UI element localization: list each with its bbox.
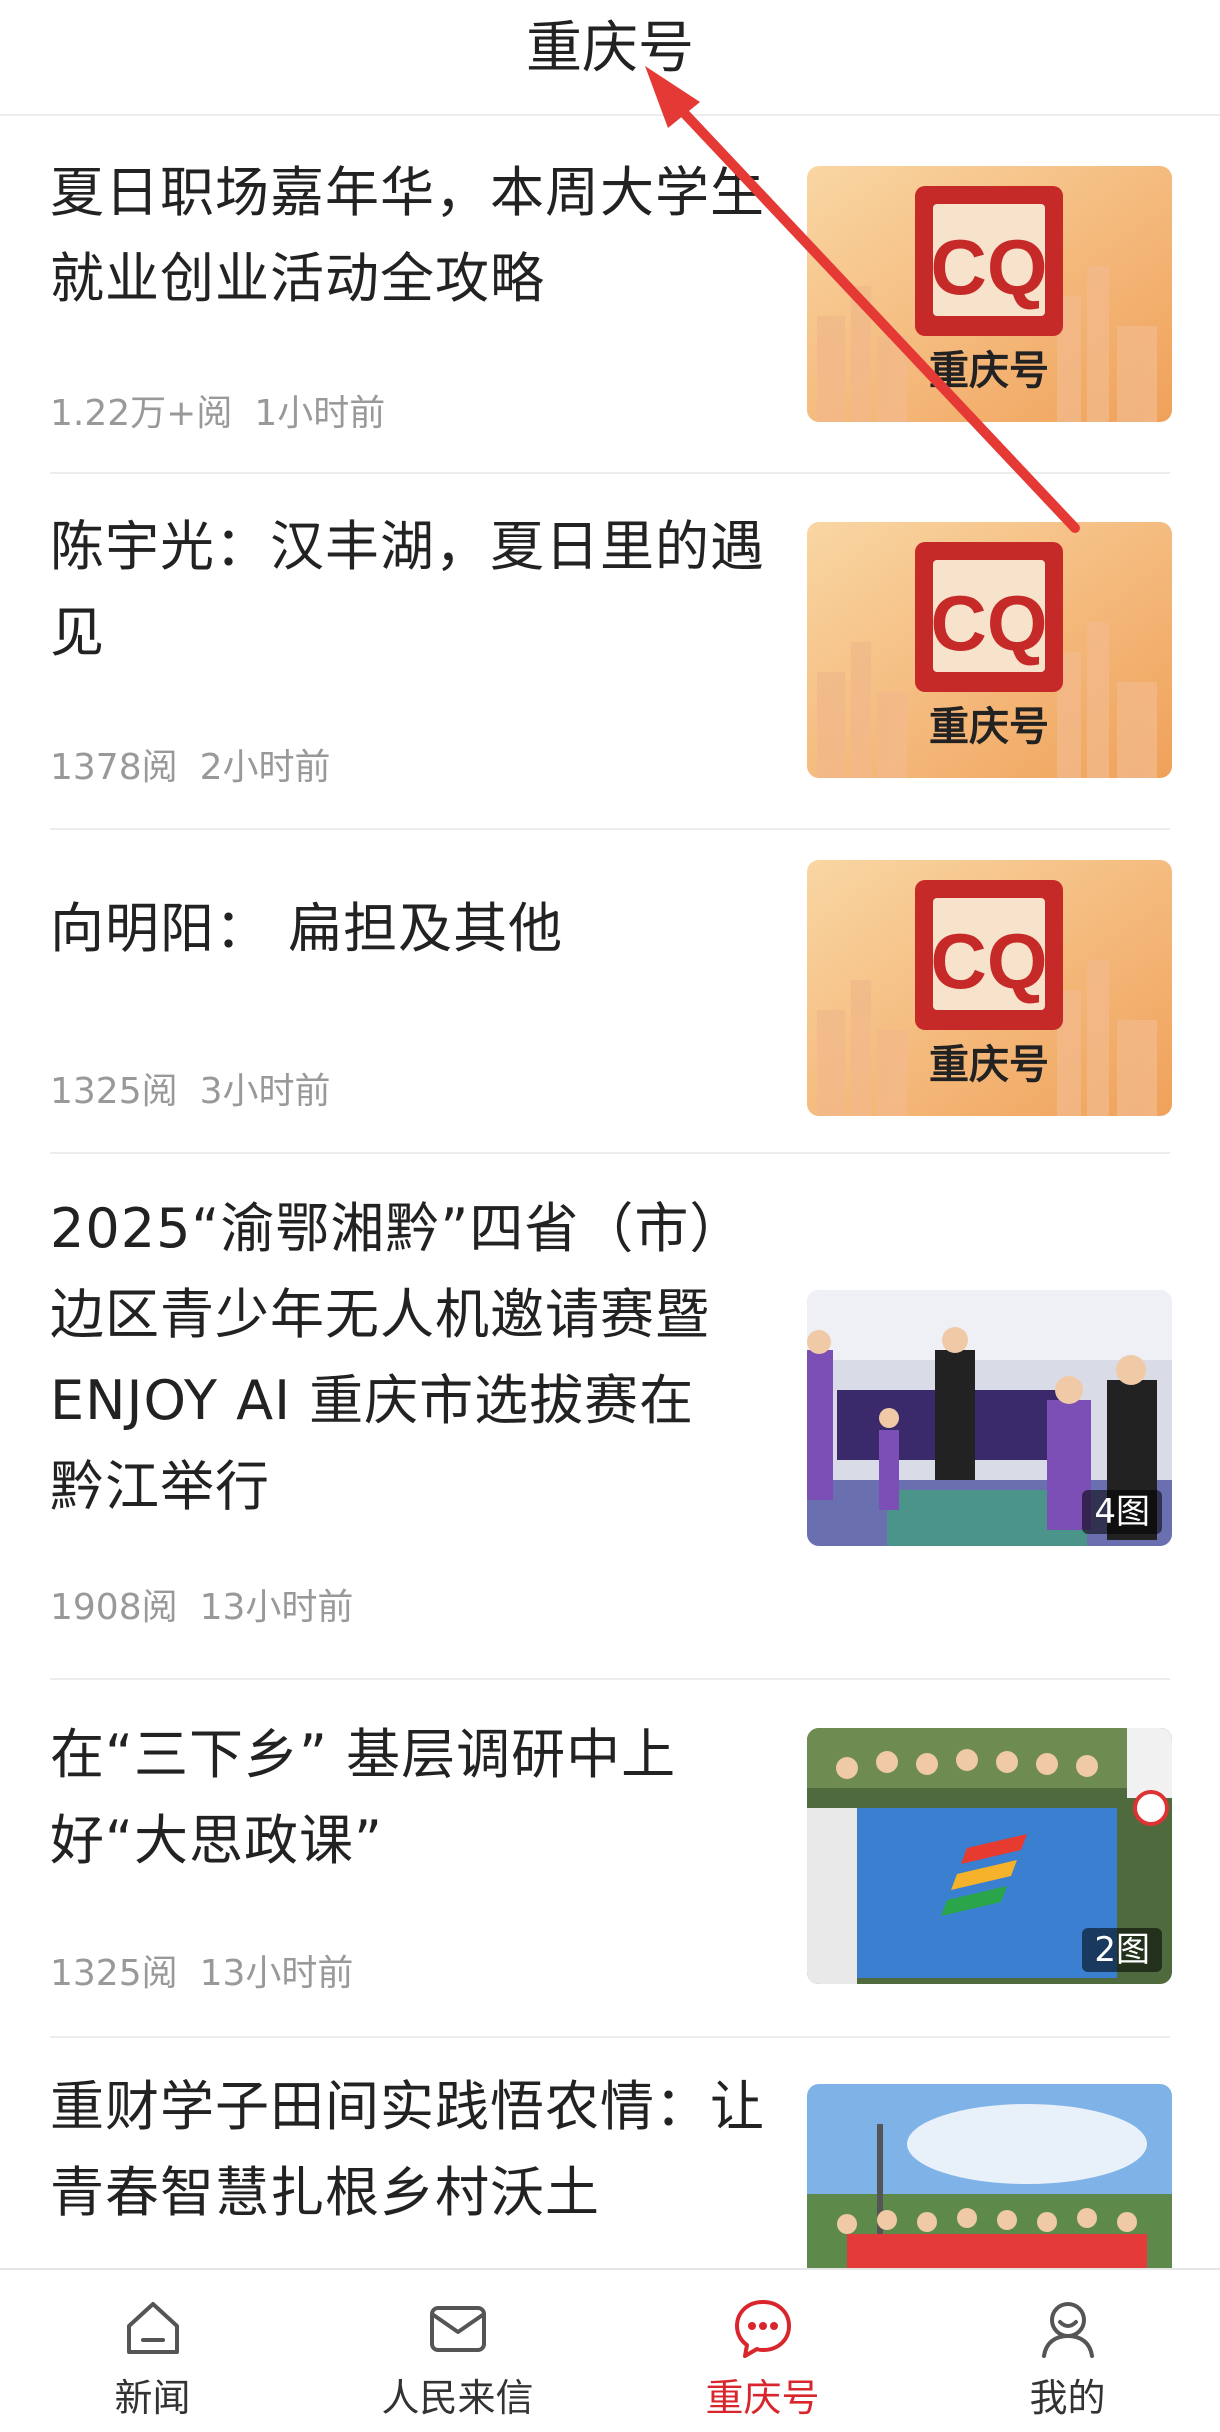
- article-title-line: 重财学子田间实践悟农情：让: [50, 2075, 765, 2138]
- article-title-line: 陈宇光：汉丰湖，夏日里的遇: [50, 515, 765, 578]
- svg-text:CQ: CQ: [931, 917, 1048, 1005]
- article-meta: 1325阅 13小时前: [50, 1952, 353, 1996]
- cq-logo-icon: CQ 重庆号: [807, 522, 1172, 778]
- chat-icon: [731, 2296, 795, 2360]
- article-title[interactable]: 在“三下乡” 基层调研中上 好“大思政课”: [50, 1712, 780, 1884]
- cq-logo-icon: CQ 重庆号: [807, 166, 1172, 422]
- event-photo-thumbnail[interactable]: 4图: [807, 1290, 1172, 1546]
- cq-logo-thumbnail[interactable]: CQ 重庆号: [807, 522, 1172, 778]
- article-title-line: ENJOY AI 重庆市选拔赛在: [50, 1369, 695, 1432]
- image-count-badge: 2图: [1082, 1928, 1162, 1972]
- article-item[interactable]: 2025“渝鄂湘黔”四省（市） 边区青少年无人机邀请赛暨 ENJOY AI 重庆…: [50, 1154, 1172, 1680]
- tab-label: 重庆号: [705, 2376, 820, 2420]
- article-title-line: 见: [50, 601, 105, 664]
- article-title[interactable]: 夏日职场嘉年华，本周大学生 就业创业活动全攻略: [50, 150, 780, 322]
- article-title-line: 夏日职场嘉年华，本周大学生: [50, 161, 765, 224]
- svg-text:CQ: CQ: [931, 223, 1048, 311]
- article-meta: 1325阅 3小时前: [50, 1070, 331, 1114]
- read-count: 1325阅: [50, 1071, 178, 1112]
- article-title-line: 青春智慧扎根乡村沃土: [50, 2161, 600, 2224]
- thumb-caption: 重庆号: [929, 1042, 1049, 1088]
- article-item[interactable]: 重财学子田间实践悟农情：让 青春智慧扎根乡村沃土: [50, 2038, 1172, 2268]
- article-item[interactable]: 向明阳： 扁担及其他 1325阅 3小时前 CQ 重庆号: [50, 830, 1172, 1154]
- top-header: 重庆号: [0, 0, 1220, 116]
- publish-time: 3小时前: [199, 1071, 331, 1112]
- cq-logo-icon: CQ 重庆号: [807, 860, 1172, 1116]
- home-icon: [121, 2296, 185, 2360]
- article-feed[interactable]: 夏日职场嘉年华，本周大学生 就业创业活动全攻略 1.22万+阅 1小时前 CQ 重…: [0, 116, 1220, 2268]
- article-item[interactable]: 在“三下乡” 基层调研中上 好“大思政课” 1325阅 13小时前 2图: [50, 1680, 1172, 2038]
- article-title-line: 边区青少年无人机邀请赛暨: [50, 1283, 710, 1346]
- publish-time: 13小时前: [199, 1587, 354, 1628]
- article-meta: 1908阅 13小时前: [50, 1586, 353, 1630]
- article-title[interactable]: 陈宇光：汉丰湖，夏日里的遇 见: [50, 504, 780, 676]
- publish-time: 13小时前: [199, 1953, 354, 1994]
- article-title[interactable]: 2025“渝鄂湘黔”四省（市） 边区青少年无人机邀请赛暨 ENJOY AI 重庆…: [50, 1186, 780, 1530]
- group-banner-thumbnail[interactable]: 2图: [807, 1728, 1172, 1984]
- article-title-line: 在“三下乡” 基层调研中上: [50, 1723, 677, 1786]
- image-count-badge: 4图: [1082, 1490, 1162, 1534]
- tab-news[interactable]: 新闻: [0, 2270, 305, 2432]
- read-count: 1325阅: [50, 1953, 178, 1994]
- tab-label: 人民来信: [381, 2376, 534, 2420]
- read-count: 1.22万+阅: [50, 393, 233, 434]
- article-title-line: 好“大思政课”: [50, 1809, 383, 1872]
- mail-icon: [426, 2296, 490, 2360]
- thumb-caption: 重庆号: [929, 348, 1049, 394]
- page-title: 重庆号: [526, 16, 694, 81]
- outdoor-photo-thumbnail[interactable]: [807, 2084, 1172, 2268]
- tab-label: 我的: [1029, 2376, 1106, 2420]
- article-title[interactable]: 向明阳： 扁担及其他: [50, 886, 780, 972]
- tab-letters[interactable]: 人民来信: [305, 2270, 610, 2432]
- article-meta: 1378阅 2小时前: [50, 746, 331, 790]
- article-title-line: 就业创业活动全攻略: [50, 247, 545, 310]
- publish-time: 1小时前: [254, 393, 386, 434]
- thumb-caption: 重庆号: [929, 704, 1049, 750]
- article-item[interactable]: 陈宇光：汉丰湖，夏日里的遇 见 1378阅 2小时前 CQ 重庆号: [50, 474, 1172, 830]
- profile-icon: [1036, 2296, 1100, 2360]
- article-meta: 1.22万+阅 1小时前: [50, 392, 385, 436]
- cq-logo-thumbnail[interactable]: CQ 重庆号: [807, 166, 1172, 422]
- outdoor-group-photo: [807, 2084, 1172, 2268]
- tab-chongqing-hao[interactable]: 重庆号: [610, 2270, 915, 2432]
- tab-me[interactable]: 我的: [915, 2270, 1220, 2432]
- article-title-line: 黔江举行: [50, 1455, 270, 1518]
- bottom-tab-bar[interactable]: 新闻 人民来信 重庆号 我的: [0, 2268, 1220, 2432]
- read-count: 1908阅: [50, 1587, 178, 1628]
- svg-text:CQ: CQ: [931, 579, 1048, 667]
- article-title-line: 向明阳： 扁担及其他: [50, 897, 564, 960]
- cq-logo-thumbnail[interactable]: CQ 重庆号: [807, 860, 1172, 1116]
- article-title[interactable]: 重财学子田间实践悟农情：让 青春智慧扎根乡村沃土: [50, 2064, 780, 2236]
- article-title-line: 2025“渝鄂湘黔”四省（市）: [50, 1197, 745, 1260]
- read-count: 1378阅: [50, 747, 178, 788]
- article-item[interactable]: 夏日职场嘉年华，本周大学生 就业创业活动全攻略 1.22万+阅 1小时前 CQ 重…: [50, 116, 1172, 474]
- tab-label: 新闻: [114, 2376, 191, 2420]
- publish-time: 2小时前: [199, 747, 331, 788]
